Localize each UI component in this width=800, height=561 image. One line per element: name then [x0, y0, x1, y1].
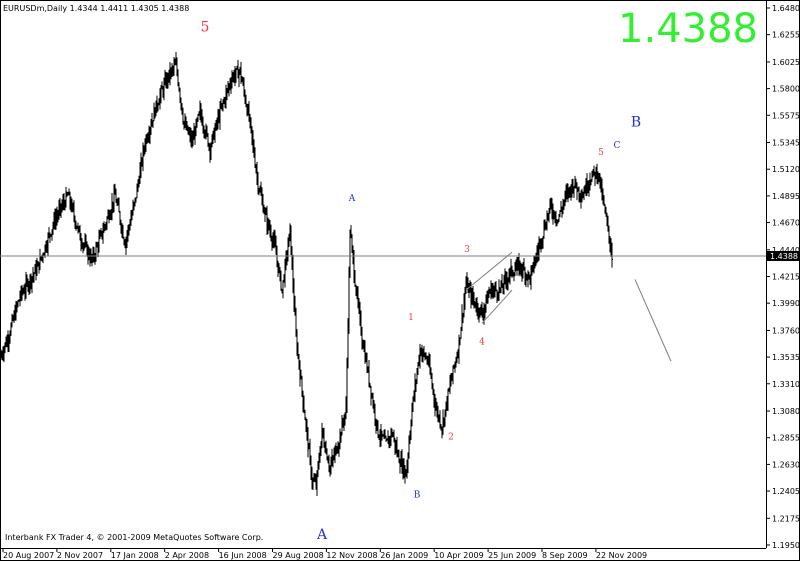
outer-frame: [0, 0, 800, 561]
x-tick-label: 29 Aug 2008: [273, 551, 324, 560]
y-tick-label: 1.1950: [772, 541, 800, 550]
x-tick-label: 8 Sep 2009: [542, 551, 588, 560]
wave-label: B: [414, 491, 421, 501]
y-tick-label: 1.5120: [772, 165, 800, 174]
copyright: Interbank FX Trader 4, © 2001-2009 MetaQ…: [5, 533, 263, 542]
y-tick-label: 1.3535: [772, 353, 800, 362]
wave-label: B: [631, 115, 641, 131]
x-tick-label: 16 Jun 2008: [219, 551, 267, 560]
wave-label: 1: [408, 313, 414, 323]
x-tick-label: 20 Aug 2007: [3, 551, 54, 560]
y-tick-label: 1.3080: [772, 407, 800, 416]
y-tick-label: 1.3760: [772, 326, 800, 335]
x-tick-label: 17 Jan 2008: [111, 551, 159, 560]
x-tick-label: 10 Apr 2009: [434, 551, 483, 560]
chart: 5ABA12345CB 1.6480 1.6255 1.6025 1.5800 1.55…: [0, 0, 800, 561]
wave-label: 3: [464, 245, 470, 255]
wave-label: C: [614, 141, 621, 151]
y-tick-label: 1.2630: [772, 460, 800, 469]
x-tick-label: 2 Nov 2007: [57, 551, 103, 560]
x-tick-label: 25 Jun 2009: [488, 551, 536, 560]
wave-label: 4: [479, 338, 485, 348]
y-tick-label: 1.3990: [772, 299, 800, 308]
y-tick-label: 1.4895: [772, 192, 800, 201]
y-tick-label: 1.5345: [772, 139, 800, 148]
y-tick-label: 1.6255: [772, 31, 800, 40]
x-tick-label: 12 Nov 2008: [326, 551, 377, 560]
y-tick-label: 1.2175: [772, 514, 800, 523]
y-tick-label: 1.6025: [772, 58, 800, 67]
wave-label: 2: [448, 432, 454, 442]
y-tick-label: 1.2855: [772, 434, 800, 443]
y-tick-label: 1.2405: [772, 487, 800, 496]
price-chart: 5ABA12345CB 1.64801.62551.60251.58001.55…: [0, 0, 800, 561]
wave-label: 5: [598, 148, 604, 158]
y-tick-label: 1.3310: [772, 380, 800, 389]
wave-label: A: [316, 527, 328, 543]
y-tick-label: 1.5800: [772, 85, 800, 94]
symbol-header: EURUSDm,Daily 1.4344 1.4411 1.4305 1.438…: [3, 4, 189, 13]
current-price-label: 1.4388: [770, 252, 798, 261]
y-tick-label: 1.4670: [772, 219, 800, 228]
x-tick-label: 26 Jan 2009: [380, 551, 428, 560]
x-tick-label: 22 Nov 2009: [596, 551, 647, 560]
big-price: 1.4388: [618, 6, 758, 52]
y-tick-label: 1.6480: [772, 4, 800, 13]
x-tick-label: 2 Apr 2008: [165, 551, 209, 560]
y-tick-label: 1.5575: [772, 111, 800, 120]
y-tick-label: 1.4215: [772, 273, 800, 282]
wave-label: A: [348, 194, 356, 204]
wave-label: 5: [201, 20, 210, 36]
